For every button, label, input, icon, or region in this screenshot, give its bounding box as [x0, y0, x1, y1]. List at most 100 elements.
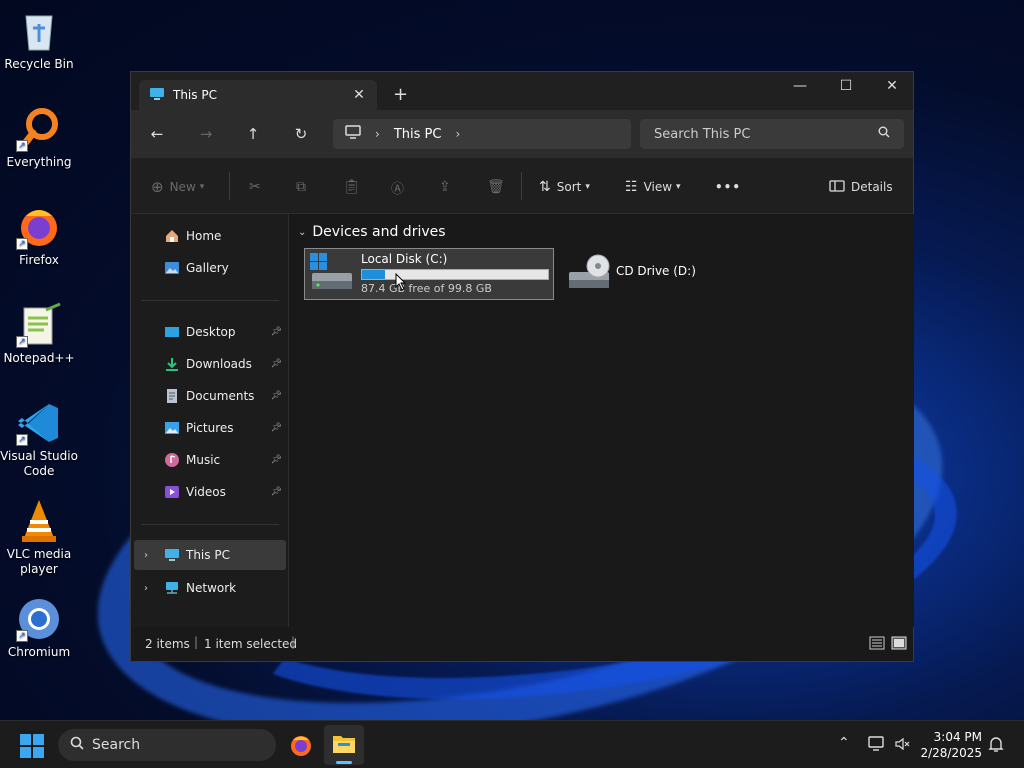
share-button[interactable]: ⇪ [439, 178, 451, 196]
pin-icon[interactable]: 📌︎ [271, 455, 282, 465]
breadcrumb-this-pc[interactable]: This PC [394, 127, 442, 142]
everything-search-icon: ↗ [16, 106, 62, 152]
music-icon [164, 453, 180, 467]
desktop-icon-firefox[interactable]: ↗ Firefox [0, 204, 78, 268]
chevron-right-icon: › [375, 127, 380, 141]
monitor-icon [149, 87, 165, 104]
desktop-icon-label: Recycle Bin [4, 57, 74, 71]
file-explorer-taskbar-button[interactable] [324, 725, 364, 765]
maximize-button[interactable]: ☐ [823, 72, 869, 102]
taskbar-search-label: Search [92, 737, 141, 753]
close-window-button[interactable]: ✕ [869, 72, 915, 102]
search-input[interactable]: Search This PC [654, 127, 750, 142]
chevron-up-icon[interactable]: ⌃ [838, 735, 850, 751]
search-box[interactable]: Search This PC [640, 119, 904, 149]
desktop-icon-everything[interactable]: ↗ Everything [0, 106, 78, 170]
chromium-icon: ↗ [16, 596, 62, 642]
network-tray-icon[interactable] [868, 736, 886, 755]
desktop-folder-icon [164, 325, 180, 339]
new-tab-button[interactable]: + [393, 84, 408, 105]
sidebar-item-music[interactable]: Music 📌︎ [134, 446, 286, 474]
desktop-icon-chromium[interactable]: ↗ Chromium [0, 596, 78, 660]
taskbar-search-box[interactable]: Search [58, 729, 276, 761]
cd-drive-icon [566, 250, 612, 299]
search-icon [70, 736, 84, 754]
taskbar: Search ⌃ 3:04 PM 2/28/2025 [0, 720, 1024, 768]
chevron-right-icon[interactable]: › [144, 550, 148, 561]
clock-time: 3:04 PM [933, 730, 982, 744]
sidebar-item-pictures[interactable]: Pictures 📌︎ [134, 414, 286, 442]
group-header-devices[interactable]: ⌄ Devices and drives [298, 224, 446, 240]
pin-icon[interactable]: 📌︎ [271, 487, 282, 497]
sort-button[interactable]: ⇅ Sort ▾ [539, 178, 590, 196]
sidebar-item-videos[interactable]: Videos 📌︎ [134, 478, 286, 506]
desktop-icon-label: Chromium [7, 645, 71, 659]
drive-item-d[interactable]: CD Drive (D:) [566, 250, 716, 298]
refresh-button[interactable]: ↻ [289, 122, 313, 146]
chevron-right-icon[interactable]: › [144, 583, 148, 594]
chevron-down-icon: ▾ [585, 182, 590, 192]
sidebar-item-documents[interactable]: Documents 📌︎ [134, 382, 286, 410]
sidebar-divider [141, 524, 279, 525]
desktop-icon-label: Visual Studio Code [0, 449, 78, 478]
rename-icon: Ⓐ [391, 181, 405, 197]
windows-start-icon[interactable] [20, 734, 44, 761]
group-title: Devices and drives [312, 224, 446, 240]
forward-button[interactable]: → [194, 122, 218, 146]
content-area: ⌄ Devices and drives Local Disk (C:) 87.… [290, 214, 914, 627]
desktop-icon-label: Everything [6, 155, 72, 169]
tab-close-icon[interactable]: ✕ [351, 87, 367, 103]
chevron-right-icon[interactable]: › [455, 127, 460, 141]
view-button[interactable]: ☷ View ▾ [625, 178, 681, 196]
tab-this-pc[interactable]: This PC ✕ [139, 80, 377, 110]
drive-free-space: 87.4 GB free of 99.8 GB [361, 282, 492, 295]
new-button[interactable]: ⊕ New ▾ [151, 178, 204, 196]
desktop-icon-vscode[interactable]: ↗ Visual Studio Code [0, 400, 78, 479]
document-icon [164, 389, 180, 403]
notification-bell-icon[interactable] [988, 735, 1004, 756]
sidebar-item-desktop[interactable]: Desktop 📌︎ [134, 318, 286, 346]
back-button[interactable]: ← [145, 122, 169, 146]
notepadpp-icon: ↗ [16, 302, 62, 348]
volume-muted-icon[interactable] [894, 736, 910, 755]
desktop-icon-notepadpp[interactable]: ↗ Notepad++ [0, 302, 78, 366]
drive-item-c[interactable]: Local Disk (C:) 87.4 GB free of 99.8 GB [304, 248, 554, 300]
pin-icon[interactable]: 📌︎ [271, 359, 282, 369]
scissors-icon: ✂ [249, 179, 261, 195]
pin-icon[interactable]: 📌︎ [271, 391, 282, 401]
paste-button[interactable]: 📋︎ [343, 178, 361, 196]
sidebar-item-this-pc[interactable]: › This PC [134, 540, 286, 570]
details-button[interactable]: Details [829, 178, 893, 196]
sidebar-item-label: Downloads [186, 357, 252, 371]
details-label: Details [851, 180, 893, 194]
large-icons-view-icon[interactable] [891, 636, 907, 653]
desktop-icon-recycle-bin[interactable]: Recycle Bin [0, 8, 78, 72]
download-arrow-icon [164, 357, 180, 371]
sidebar-item-label: Videos [186, 485, 226, 499]
address-bar[interactable]: › This PC › [333, 119, 631, 149]
navigation-bar: ← → ↑ ↻ › This PC › Search This PC [131, 110, 913, 158]
pin-icon[interactable]: 📌︎ [271, 423, 282, 433]
shortcut-arrow-icon: ↗ [16, 140, 28, 152]
sidebar-item-network[interactable]: › Network [134, 574, 286, 602]
delete-button[interactable]: 🗑︎ [487, 178, 505, 196]
sidebar-item-gallery[interactable]: Gallery [134, 254, 286, 282]
system-clock[interactable]: 3:04 PM 2/28/2025 [920, 729, 982, 761]
details-view-icon[interactable] [869, 636, 885, 653]
copy-button[interactable]: ⧉ [296, 178, 306, 196]
pin-icon[interactable]: 📌︎ [271, 327, 282, 337]
rename-button[interactable]: Ⓐ [391, 178, 405, 197]
sidebar-item-label: Pictures [186, 421, 234, 435]
status-selected-count: 1 item selected [204, 637, 298, 651]
desktop-icon-vlc[interactable]: VLC media player [0, 498, 78, 577]
firefox-taskbar-icon[interactable] [289, 733, 313, 760]
minimize-button[interactable]: — [777, 72, 823, 102]
up-button[interactable]: ↑ [241, 122, 265, 146]
sidebar-item-downloads[interactable]: Downloads 📌︎ [134, 350, 286, 378]
new-label: New [169, 180, 196, 194]
more-options-button[interactable]: ••• [715, 178, 741, 196]
cut-button[interactable]: ✂ [249, 178, 261, 196]
sidebar-item-home[interactable]: Home [134, 222, 286, 250]
status-item-count: 2 items [145, 637, 190, 651]
sort-label: Sort [556, 180, 582, 194]
